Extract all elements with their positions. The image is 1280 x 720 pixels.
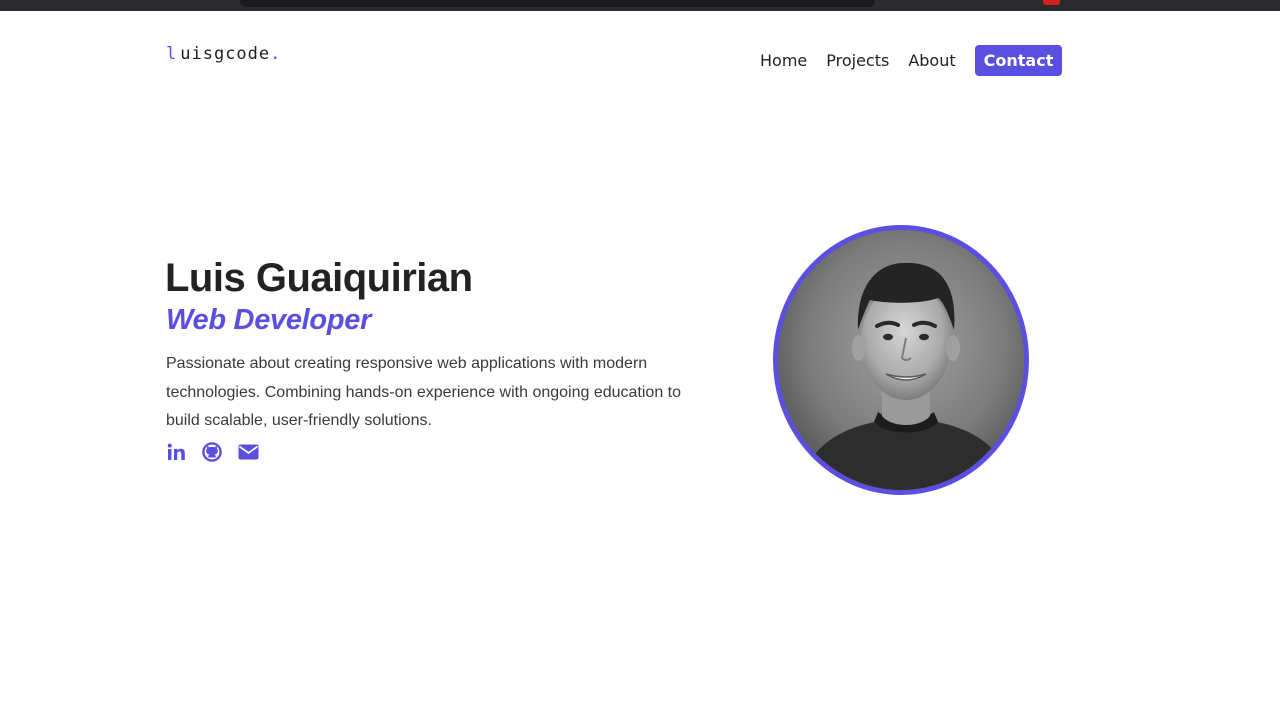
os-top-bar	[0, 0, 1280, 11]
main-nav: Home Projects About Contact	[760, 45, 1081, 76]
nav-about-link[interactable]: About	[908, 51, 955, 70]
email-icon[interactable]	[237, 441, 259, 463]
nav-projects-link[interactable]: Projects	[826, 51, 889, 70]
linkedin-icon[interactable]	[165, 441, 187, 463]
logo-text: uisgcode	[180, 44, 271, 64]
nav-home-link[interactable]: Home	[760, 51, 807, 70]
hero-description: Passionate about creating responsive web…	[166, 355, 682, 429]
social-links	[165, 441, 273, 463]
person-portrait	[778, 230, 1024, 490]
recording-indicator	[1043, 0, 1060, 5]
hero-name: Luis Guaiquirian	[165, 256, 473, 300]
hero-role: Web Developer	[166, 304, 372, 336]
os-address-area	[240, 0, 875, 7]
logo-prefix: l	[166, 44, 178, 64]
logo-suffix: .	[270, 44, 282, 64]
github-icon[interactable]	[201, 441, 223, 463]
profile-photo	[773, 225, 1029, 495]
site-logo[interactable]: l uisgcode .	[166, 44, 281, 64]
contact-button[interactable]: Contact	[974, 45, 1063, 76]
